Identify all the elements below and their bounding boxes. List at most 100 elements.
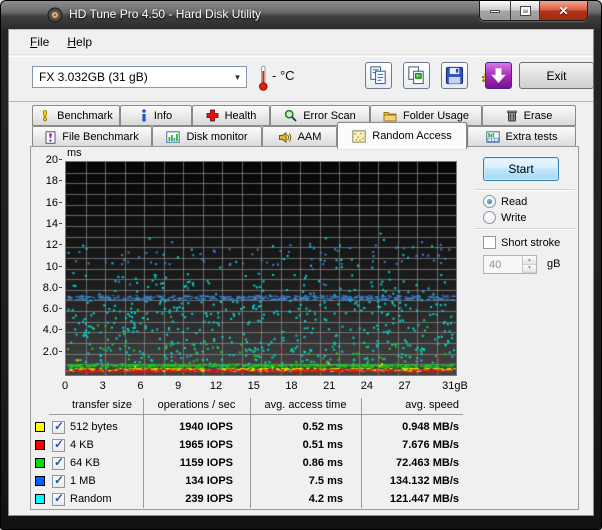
series-label: Random (70, 493, 143, 505)
header-access-time: avg. access time (250, 398, 361, 411)
bar-chart-icon (166, 131, 180, 143)
save-button[interactable] (441, 62, 468, 89)
series-label: 1 MB (70, 475, 143, 487)
y-tick-label: 20 (31, 154, 62, 166)
iops-value: 1940 IOPS (143, 421, 250, 433)
table-row: ✓ 64 KB 1159 IOPS 0.86 ms 72.463 MB/s (31, 454, 463, 472)
tab-extra-tests[interactable]: Extra tests (467, 126, 576, 148)
tab-row-1: Benchmark Info Health Error Scan Folder … (32, 105, 576, 126)
separator (475, 228, 575, 230)
iops-value: 239 IOPS (143, 493, 250, 505)
check-icon: ✓ (54, 419, 64, 433)
red-cross-icon (206, 109, 219, 122)
check-icon: ✓ (54, 455, 64, 469)
y-tick-label: 2.0 (31, 346, 62, 358)
check-icon: ✓ (54, 437, 64, 451)
tab-aam-label: AAM (298, 131, 322, 143)
table-row: ✓ 512 bytes 1940 IOPS 0.52 ms 0.948 MB/s (31, 418, 463, 436)
title-bar[interactable]: HD Tune Pro 4.50 - Hard Disk Utility ✕ (1, 1, 601, 29)
series-checkbox[interactable]: ✓ (52, 493, 65, 506)
plot-frame (65, 161, 457, 376)
info-icon (140, 109, 148, 122)
exit-label: Exit (546, 69, 566, 83)
tab-info-label: Info (154, 110, 172, 122)
tab-erase[interactable]: Erase (482, 105, 576, 126)
x-tick-label: 27 (383, 380, 427, 392)
close-button[interactable]: ✕ (540, 1, 587, 21)
tab-aam[interactable]: AAM (262, 126, 337, 148)
table-header: transfer size operations / sec avg. acce… (31, 398, 463, 411)
write-label: Write (501, 212, 526, 224)
y-tick-label: 10 (31, 261, 62, 273)
window-controls: ✕ (479, 1, 588, 21)
drive-selector[interactable]: FX 3.032GB (31 gB) ▼ (32, 66, 247, 88)
speed-value: 72.463 MB/s (361, 457, 463, 469)
stroke-size-spinner[interactable]: 40 ▲ ▼ (483, 255, 537, 274)
series-color-swatch (35, 476, 45, 486)
random-access-page: ms 2018161412108.06.04.02.0 036912151821… (30, 146, 579, 510)
stroke-size-unit: gB (547, 258, 560, 270)
save-icon (444, 65, 465, 86)
series-checkbox[interactable]: ✓ (52, 439, 65, 452)
copy-image-button[interactable] (403, 62, 430, 89)
y-tick-label: 8.0 (31, 282, 62, 294)
menu-bar: File Help (9, 30, 593, 55)
tab-benchmark[interactable]: Benchmark (32, 105, 120, 126)
read-radio-row[interactable]: Read (483, 195, 527, 208)
update-button[interactable] (485, 62, 512, 89)
maximize-button[interactable] (511, 1, 540, 21)
iops-value: 134 IOPS (143, 475, 250, 487)
write-radio-row[interactable]: Write (483, 211, 526, 224)
table-row: ✓ 1 MB 134 IOPS 7.5 ms 134.132 MB/s (31, 472, 463, 490)
write-radio[interactable] (483, 211, 496, 224)
series-color-swatch (35, 422, 45, 432)
spinner-buttons: ▲ ▼ (522, 256, 536, 273)
spin-up-icon[interactable]: ▲ (523, 256, 536, 265)
tab-random-access[interactable]: Random Access (337, 122, 467, 149)
y-tick-label: 16 (31, 197, 62, 209)
tab-file-benchmark[interactable]: File Benchmark (32, 126, 152, 148)
toolbar: FX 3.032GB (31 gB) ▼ - °C (9, 56, 593, 102)
tab-erase-label: Erase (524, 110, 553, 122)
series-color-swatch (35, 494, 45, 504)
minimize-button[interactable] (480, 1, 511, 21)
temperature-unit: °C (280, 68, 295, 83)
read-label: Read (501, 196, 527, 208)
speaker-icon (278, 131, 292, 144)
speed-value: 0.948 MB/s (361, 421, 463, 433)
check-icon: ✓ (54, 473, 64, 487)
read-radio[interactable] (483, 195, 496, 208)
tab-folder-usage-label: Folder Usage (403, 110, 469, 122)
short-stroke-row[interactable]: Short stroke (483, 236, 560, 249)
tab-disk-monitor[interactable]: Disk monitor (152, 126, 262, 148)
app-window: HD Tune Pro 4.50 - Hard Disk Utility ✕ F… (0, 0, 602, 530)
stroke-size-value: 40 (484, 256, 522, 273)
exclamation-icon (39, 109, 51, 122)
file-exclamation-icon (45, 131, 56, 144)
start-button[interactable]: Start (483, 157, 559, 181)
menu-help[interactable]: Help (58, 32, 101, 52)
series-checkbox[interactable]: ✓ (52, 457, 65, 470)
table-row: ✓ Random 239 IOPS 4.2 ms 121.447 MB/s (31, 490, 463, 508)
access-time-value: 0.52 ms (250, 421, 361, 433)
short-stroke-checkbox[interactable] (483, 236, 496, 249)
tab-extra-tests-label: Extra tests (506, 131, 558, 143)
tab-health[interactable]: Health (192, 105, 270, 126)
spin-down-icon[interactable]: ▼ (523, 265, 536, 274)
header-operations: operations / sec (143, 398, 250, 411)
separator (475, 189, 575, 191)
exit-button[interactable]: Exit (519, 62, 594, 89)
series-checkbox[interactable]: ✓ (52, 475, 65, 488)
y-tick-label: 12 (31, 239, 62, 251)
copy-text-button[interactable] (365, 62, 392, 89)
tab-info[interactable]: Info (120, 105, 192, 126)
series-checkbox[interactable]: ✓ (52, 421, 65, 434)
folder-icon (383, 110, 397, 122)
client-area: File Help FX 3.032GB (31 gB) ▼ - °C (8, 29, 594, 516)
access-time-value: 7.5 ms (250, 475, 361, 487)
tab-random-access-label: Random Access (372, 130, 451, 142)
chart-table-icon (486, 131, 500, 143)
menu-file[interactable]: File (21, 32, 58, 52)
close-icon: ✕ (558, 4, 568, 18)
header-transfer-size: transfer size (31, 398, 143, 411)
